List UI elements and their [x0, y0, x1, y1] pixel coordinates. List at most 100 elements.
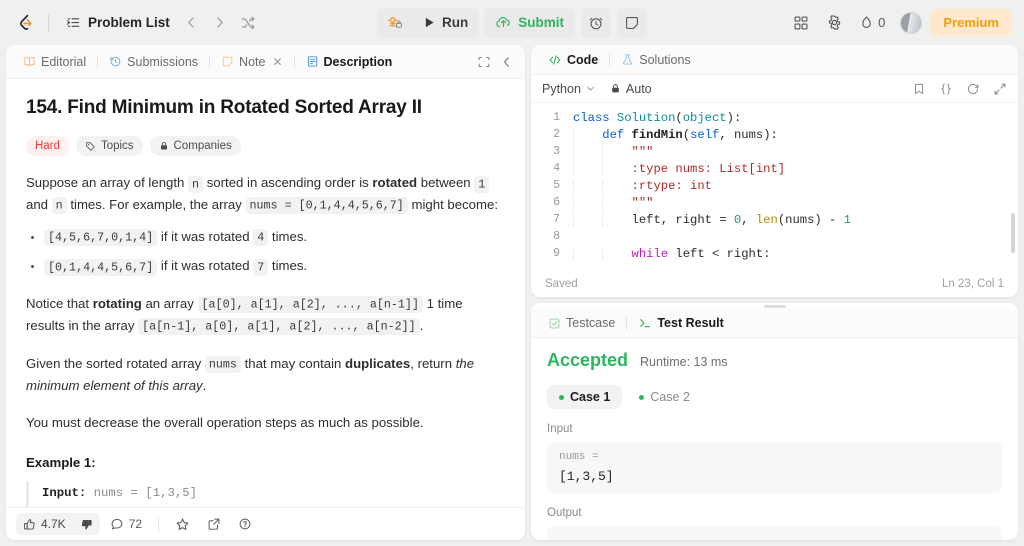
- problem-meta-chips: Hard Topics Companies: [26, 136, 505, 156]
- case-status-dot: [559, 394, 564, 400]
- tab-solutions[interactable]: Solutions: [615, 50, 696, 70]
- emphasis-rotating: rotating: [92, 295, 142, 311]
- problem-list-button[interactable]: Problem List: [59, 11, 177, 34]
- rotation-examples-list: [4,5,6,7,0,1,4] if it was rotated 4 time…: [44, 227, 505, 277]
- code-token: """: [631, 144, 654, 159]
- line-number: 6: [553, 196, 560, 209]
- example-1-block: Input: nums = [1,3,5] Output: 1: [26, 481, 505, 507]
- editor-toolbar: Python Auto: [531, 75, 1018, 103]
- tab-test-result[interactable]: Test Result: [632, 313, 729, 333]
- case-tab-1[interactable]: Case 1: [547, 385, 623, 409]
- comment-icon: [110, 517, 124, 531]
- lock-icon: [159, 141, 169, 151]
- collapse-panel-icon[interactable]: [500, 55, 514, 69]
- case-tab-2[interactable]: Case 2: [627, 385, 702, 409]
- example-1-input-value: nums = [1,3,5]: [86, 486, 197, 501]
- favorite-button[interactable]: [168, 513, 197, 536]
- top-navigation-bar: Problem List Run Submit 0 Premium: [0, 0, 1024, 45]
- tab-editorial-label: Editorial: [41, 54, 87, 69]
- tab-code[interactable]: Code: [542, 50, 604, 70]
- code-line: 8: [531, 228, 1018, 245]
- close-icon[interactable]: ✕: [272, 55, 282, 69]
- input-key: nums =: [559, 451, 599, 463]
- text-fragment: if it was rotated: [157, 258, 254, 274]
- topics-button[interactable]: Topics: [75, 136, 143, 156]
- code-line-text: while left < right:: [573, 246, 770, 261]
- code-line-text: class Solution(object):: [573, 111, 741, 125]
- save-status: Saved: [545, 278, 578, 290]
- next-problem-button[interactable]: [207, 10, 233, 36]
- auto-toggle[interactable]: Auto: [610, 82, 652, 96]
- fullscreen-icon[interactable]: [993, 82, 1007, 96]
- bookmark-icon[interactable]: [912, 82, 926, 96]
- previous-problem-button[interactable]: [179, 10, 205, 36]
- note-icon[interactable]: [617, 7, 647, 38]
- shuffle-icon[interactable]: [235, 10, 261, 36]
- thumbs-down-icon: [80, 518, 93, 531]
- tab-note[interactable]: Note ✕: [215, 52, 288, 72]
- inline-code: 7: [253, 258, 269, 276]
- tab-description-label: Description: [323, 54, 393, 69]
- run-button[interactable]: Run: [412, 8, 479, 38]
- inline-code: nums = [0,1,4,4,5,6,7]: [245, 197, 408, 215]
- help-button[interactable]: [231, 513, 259, 535]
- debug-lock-icon[interactable]: [377, 8, 412, 38]
- streak-counter[interactable]: 0: [852, 8, 892, 38]
- expand-icon[interactable]: [477, 55, 491, 69]
- like-button[interactable]: 4.7K: [16, 513, 73, 535]
- code-line: 9 while left < right:: [531, 245, 1018, 262]
- language-selector[interactable]: Python: [542, 82, 596, 96]
- comments-button[interactable]: 72: [103, 513, 149, 535]
- runtime-label: Runtime: 13 ms: [640, 355, 728, 369]
- list-item: [4,5,6,7,0,1,4] if it was rotated 4 time…: [44, 227, 505, 247]
- avatar[interactable]: [900, 11, 923, 34]
- format-braces-icon[interactable]: [939, 82, 953, 96]
- code-lines-container: 1 class Solution(object): 2 def findMin(se…: [531, 109, 1018, 262]
- history-icon: [109, 55, 122, 68]
- tab-submissions[interactable]: Submissions: [103, 52, 204, 72]
- topbar-right-group: 0 Premium: [786, 8, 1012, 38]
- grid-apps-icon[interactable]: [786, 8, 816, 38]
- reset-icon[interactable]: [966, 82, 980, 96]
- text-fragment: Notice that: [26, 295, 93, 311]
- code-token: ,: [741, 212, 756, 227]
- tab-editorial[interactable]: Editorial: [17, 52, 92, 72]
- editor-scrollbar[interactable]: [1011, 213, 1015, 253]
- tab-description[interactable]: Description: [300, 52, 399, 72]
- case-status-dot: [639, 394, 645, 400]
- description-footer: 4.7K 72: [6, 507, 525, 540]
- tab-testcase[interactable]: Testcase: [542, 313, 621, 333]
- code-token: (: [682, 127, 691, 142]
- indent-guide: [573, 212, 574, 227]
- auto-label: Auto: [625, 81, 652, 96]
- tab-note-label: Note: [239, 54, 266, 69]
- dislike-button[interactable]: [73, 514, 100, 535]
- submit-button[interactable]: Submit: [484, 7, 575, 38]
- line-number: 2: [553, 128, 560, 141]
- comment-count: 72: [128, 517, 143, 531]
- code-token: while: [631, 246, 676, 261]
- code-token: def: [602, 127, 632, 142]
- tab-solutions-label: Solutions: [639, 52, 691, 67]
- code-line: 6 """: [531, 194, 1018, 211]
- flask-icon: [621, 53, 634, 66]
- text-fragment: Suppose an array of length: [26, 175, 189, 190]
- companies-button[interactable]: Companies: [149, 136, 241, 156]
- line-number: 7: [553, 213, 560, 226]
- inline-code: n: [51, 197, 67, 215]
- share-button[interactable]: [200, 513, 228, 535]
- code-token: len: [755, 212, 778, 227]
- text-fragment: times. For example, the array: [66, 196, 246, 212]
- inline-code: [a[0], a[1], a[2], ..., a[n-1]]: [197, 296, 423, 314]
- code-line-text: """: [573, 144, 654, 159]
- gear-icon[interactable]: [819, 8, 849, 38]
- result-tabbar: Testcase Test Result: [531, 309, 1018, 338]
- premium-button[interactable]: Premium: [930, 9, 1012, 36]
- code-editor[interactable]: 1 class Solution(object): 2 def findMin(se…: [531, 103, 1018, 271]
- vote-group: 4.7K: [16, 513, 100, 535]
- chevron-down-icon: [585, 83, 596, 94]
- case-tab-1-label: Case 1: [570, 390, 611, 404]
- test-result-panel: Testcase Test Result Accepted Runtime: 1…: [531, 303, 1018, 540]
- leetcode-logo[interactable]: [12, 10, 38, 36]
- timer-icon[interactable]: [581, 7, 611, 38]
